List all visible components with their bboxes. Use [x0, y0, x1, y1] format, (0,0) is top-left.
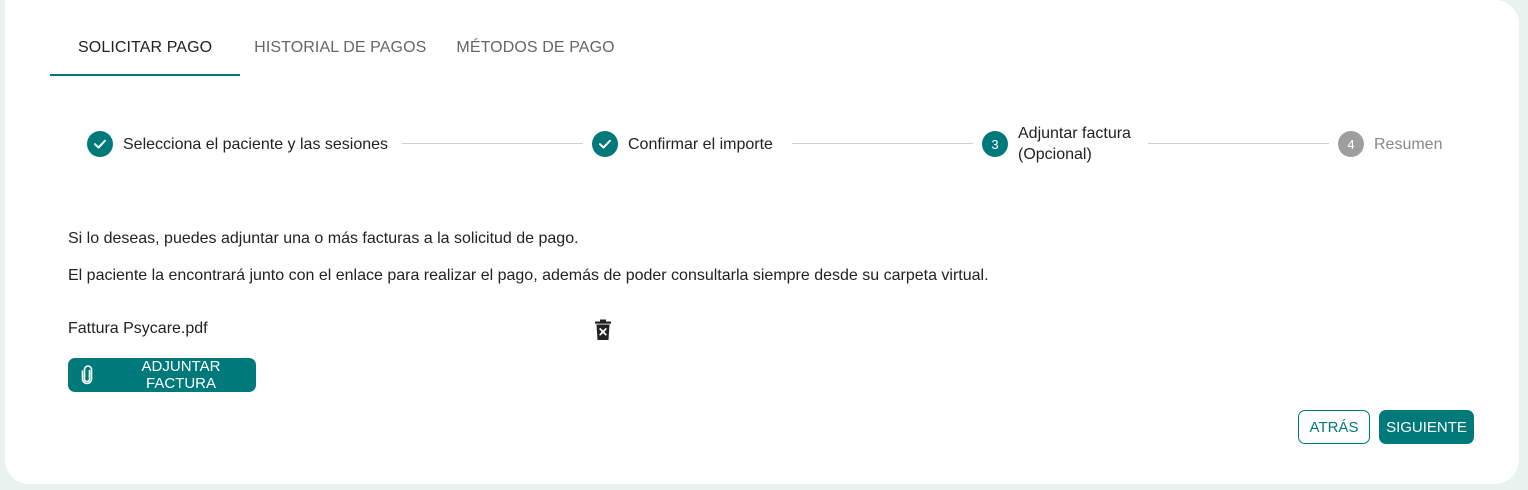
step-4: 4 Resumen	[1338, 122, 1442, 166]
step-label: Confirmar el importe	[628, 135, 773, 153]
step-1: Selecciona el paciente y las sesiones	[87, 122, 388, 166]
check-icon	[592, 131, 618, 157]
payment-card: SOLICITAR PAGO HISTORIAL DE PAGOS MÉTODO…	[5, 0, 1519, 484]
tab-bar: SOLICITAR PAGO HISTORIAL DE PAGOS MÉTODO…	[50, 24, 630, 76]
tab-solicitar-pago[interactable]: SOLICITAR PAGO	[50, 24, 241, 76]
attached-file-name: Fattura Psycare.pdf	[68, 320, 208, 337]
step-3: 3 Adjuntar factura (Opcional)	[982, 122, 1131, 166]
tab-metodos-pago[interactable]: MÉTODOS DE PAGO	[441, 24, 629, 76]
attach-invoice-label: ADJUNTAR FACTURA	[141, 358, 221, 392]
attach-invoice-button[interactable]: ADJUNTAR FACTURA	[68, 358, 256, 392]
info-text: El paciente la encontrará junto con el e…	[68, 267, 989, 284]
step-connector	[792, 143, 973, 144]
paperclip-icon	[80, 365, 94, 385]
check-icon	[87, 131, 113, 157]
tab-historial-pagos[interactable]: HISTORIAL DE PAGOS	[240, 24, 441, 76]
step-2: Confirmar el importe	[592, 122, 773, 166]
step-number: 3	[982, 131, 1008, 157]
delete-file-icon[interactable]	[594, 319, 612, 341]
next-button[interactable]: SIGUIENTE	[1379, 410, 1474, 444]
back-button[interactable]: ATRÁS	[1298, 410, 1370, 444]
step-label: Resumen	[1374, 135, 1443, 153]
intro-text: Si lo deseas, puedes adjuntar una o más …	[68, 230, 579, 247]
step-label: Selecciona el paciente y las sesiones	[123, 135, 389, 153]
step-label: Adjuntar factura (Opcional)	[1018, 125, 1131, 163]
stepper: Selecciona el paciente y las sesiones Co…	[87, 122, 1445, 166]
step-number: 4	[1338, 131, 1364, 157]
step-connector	[402, 143, 583, 144]
step-connector	[1148, 143, 1329, 144]
